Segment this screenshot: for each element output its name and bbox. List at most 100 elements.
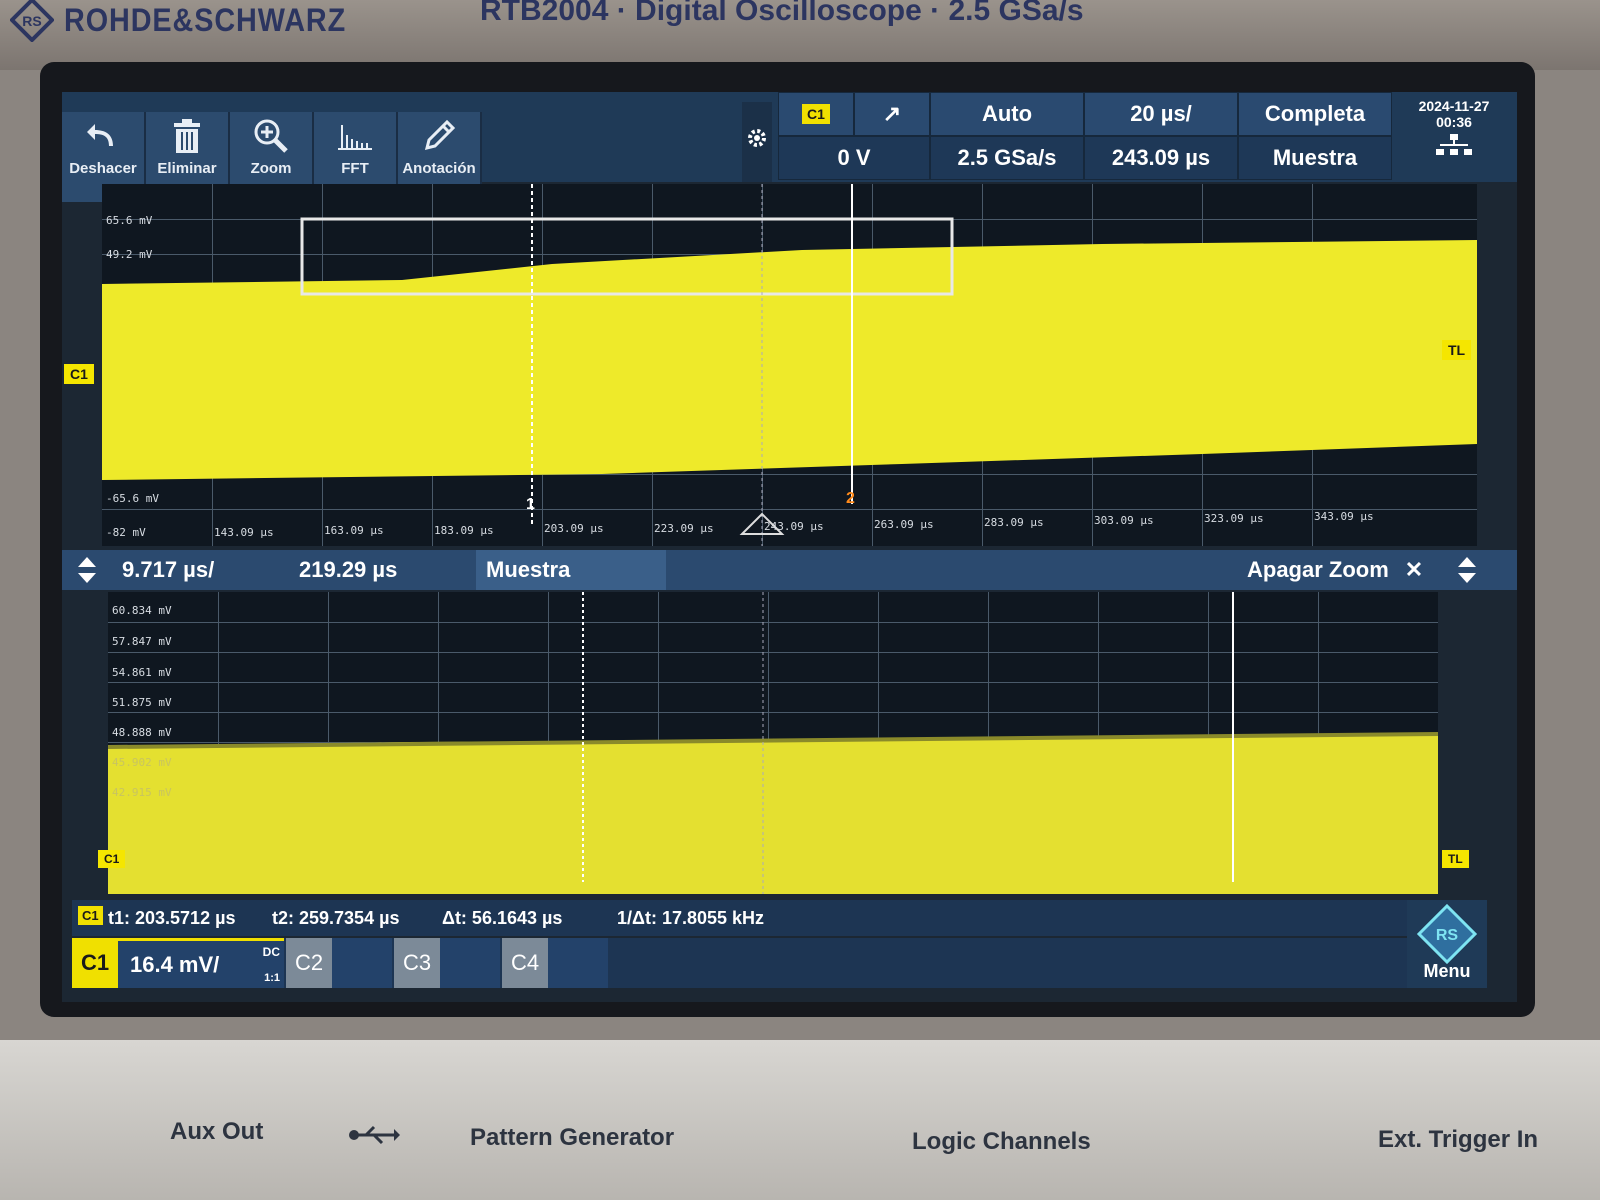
channel2-scale-cell[interactable] — [332, 938, 392, 988]
zoom-y-label: 60.834 mV — [112, 604, 172, 617]
trigger-level-cell[interactable]: 0 V — [778, 136, 930, 180]
y-label-neg65.6: -65.6 mV — [106, 492, 159, 505]
zoom-position-cell[interactable]: 219.29 µs — [289, 550, 474, 590]
zoom-y-label: 54.861 mV — [112, 666, 172, 679]
zoom-label: Zoom — [250, 160, 292, 177]
x-label: 223.09 µs — [654, 522, 714, 535]
channel4-scale-cell[interactable] — [548, 938, 608, 988]
close-icon: ✕ — [1404, 557, 1424, 582]
acq-mode: Muestra — [1272, 145, 1358, 170]
inverse-delta-t-value: 1/Δt: 17.8055 kHz — [617, 908, 765, 928]
date-label: 2024-11-27 — [1418, 98, 1490, 114]
x-label: 203.09 µs — [544, 522, 604, 535]
time-label: 00:36 — [1436, 114, 1472, 130]
undo-icon — [87, 124, 113, 146]
channel1-offset-marker[interactable]: C1 — [64, 364, 94, 384]
trigger-level: 0 V — [837, 145, 871, 170]
annotation-label: Anotación — [402, 160, 476, 177]
aux-out-label: Aux Out — [170, 1118, 264, 1145]
channel3-button[interactable]: C3 — [394, 938, 440, 988]
settings-button[interactable] — [742, 102, 772, 182]
usb-icon — [349, 1125, 400, 1145]
menu-button[interactable]: RS Menu — [1407, 900, 1487, 988]
horizontal-position-cell[interactable]: 243.09 µs — [1084, 136, 1238, 180]
logic-channels-label: Logic Channels — [912, 1128, 1091, 1155]
pencil-icon — [424, 119, 456, 151]
trash-icon — [174, 119, 200, 153]
timebase-cell[interactable]: 20 µs/ — [1084, 92, 1238, 136]
timebase: 20 µs/ — [1130, 101, 1192, 126]
y-label-49.2: 49.2 mV — [106, 248, 153, 261]
svg-text:RS: RS — [22, 13, 41, 29]
brand: RS ROHDE&SCHWARZ — [10, 0, 377, 42]
datetime-panel[interactable]: 2024-11-27 00:36 — [1394, 92, 1514, 180]
zoom-off-button[interactable]: Apagar Zoom ✕ — [1237, 550, 1437, 590]
svg-text:RS: RS — [1436, 927, 1459, 944]
main-waveform-area[interactable]: 65.6 mV 49.2 mV -65.6 mV -82 mV 143.09 µ… — [102, 184, 1477, 546]
zoom-mode-cell[interactable]: Muestra — [476, 550, 666, 590]
x-label: 283.09 µs — [984, 516, 1044, 529]
x-label: 343.09 µs — [1314, 510, 1374, 523]
brand-name: ROHDE&SCHWARZ — [64, 1, 347, 38]
channel1-button[interactable]: C1 — [72, 938, 118, 988]
x-label: 303.09 µs — [1094, 514, 1154, 527]
cursor1-marker[interactable]: 1 — [526, 496, 535, 514]
meas-channel: C1 — [78, 906, 103, 925]
instrument-bezel: RS ROHDE&SCHWARZ RTB2004 · Digital Oscil… — [0, 0, 1600, 70]
zoom-trigger-marker[interactable]: TL — [1442, 850, 1469, 868]
acquisition-cell[interactable]: Completa — [1238, 92, 1392, 136]
trigger-source-cell[interactable]: C1 — [778, 92, 854, 136]
delta-t-value: Δt: 56.1643 µs — [442, 908, 563, 928]
zoom-mode: Muestra — [486, 557, 571, 582]
up-down-arrows-icon — [1458, 557, 1476, 583]
trigger-level-marker[interactable]: TL — [1442, 340, 1472, 360]
channel4-name: C4 — [510, 950, 540, 975]
channel1-name: C1 — [80, 950, 110, 975]
channel1-ratio: 1:1 — [264, 972, 280, 984]
channel4-button[interactable]: C4 — [502, 938, 548, 988]
zoom-scroll-button-right[interactable] — [1442, 550, 1492, 590]
channel1-scale-cell[interactable]: 16.4 mV/ DC 1:1 — [118, 938, 284, 988]
channel-bar: C1 16.4 mV/ DC 1:1 C2 C3 C4 — [72, 938, 1482, 988]
zoom-channel1-marker[interactable]: C1 — [98, 850, 126, 868]
fft-label: FFT — [341, 160, 369, 177]
channel3-name: C3 — [402, 950, 432, 975]
x-label: 143.09 µs — [214, 526, 274, 539]
menu-label: Menu — [1423, 961, 1471, 981]
model-text: RTB2004 · Digital Oscilloscope · 2.5 GSa… — [480, 0, 1084, 27]
gear-icon — [748, 129, 766, 147]
channel1-coupling: DC — [262, 945, 280, 959]
zoom-y-label: 42.915 mV — [112, 786, 172, 799]
zoom-bar: 9.717 µs/ 219.29 µs Muestra Apagar Zoom … — [62, 550, 1517, 590]
zoom-icon — [254, 119, 288, 153]
y-label-neg82: -82 mV — [106, 526, 146, 539]
x-label: 183.09 µs — [434, 524, 494, 537]
trigger-source: C1 — [802, 104, 830, 124]
zoom-timebase-cell[interactable]: 9.717 µs/ — [112, 550, 287, 590]
channel1-zoom-trace — [108, 592, 1438, 894]
cursor2-marker[interactable]: 2 — [846, 490, 855, 508]
trigger-slope-cell[interactable]: ↗ — [854, 92, 930, 136]
channel2-button[interactable]: C2 — [286, 938, 332, 988]
delete-label: Eliminar — [157, 160, 217, 177]
ext-trigger-in-label: Ext. Trigger In — [1378, 1126, 1539, 1153]
zoom-off-label: Apagar Zoom — [1247, 557, 1389, 582]
zoom-scroll-button[interactable] — [62, 550, 112, 590]
cursor-measurements[interactable]: C1 t1: 203.5712 µs t2: 259.7354 µs Δt: 5… — [72, 900, 1482, 936]
channel1-trace — [102, 184, 1477, 546]
acq-mode-cell[interactable]: Muestra — [1238, 136, 1392, 180]
toolbar: Deshacer Eliminar Zoom FFT Anotación C1 … — [62, 92, 1517, 202]
sample-rate-cell[interactable]: 2.5 GSa/s — [930, 136, 1084, 180]
x-label: 263.09 µs — [874, 518, 934, 531]
horizontal-position: 243.09 µs — [1111, 145, 1211, 170]
channel3-scale-cell[interactable] — [440, 938, 500, 988]
x-label: 243.09 µs — [764, 520, 824, 533]
pattern-generator-label: Pattern Generator — [470, 1124, 675, 1151]
zoom-waveform-area[interactable]: 60.834 mV 57.847 mV 54.861 mV 51.875 mV … — [108, 592, 1438, 894]
trigger-mode-cell[interactable]: Auto — [930, 92, 1084, 136]
trigger-slope-icon: ↗ — [882, 101, 902, 126]
front-panel: Aux Out Pattern Generator Logic Channels… — [0, 1040, 1600, 1200]
sample-rate: 2.5 GSa/s — [957, 145, 1057, 170]
oscilloscope-screen: Deshacer Eliminar Zoom FFT Anotación C1 … — [62, 92, 1517, 1002]
rohde-schwarz-logo-icon: RS — [10, 0, 54, 42]
